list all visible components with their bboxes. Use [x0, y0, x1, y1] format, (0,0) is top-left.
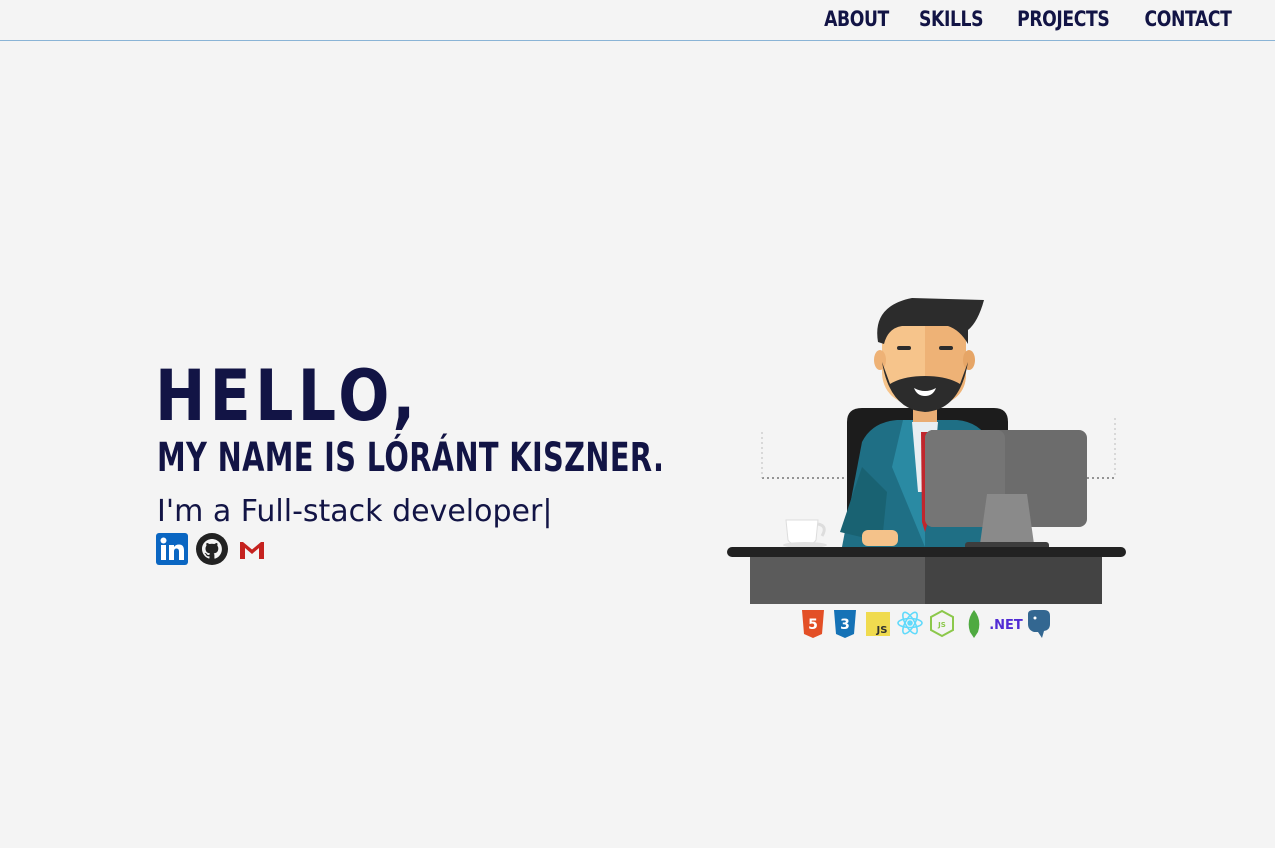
hero-greeting: Hello, — [155, 355, 420, 437]
nav-link-contact[interactable]: Contact — [1145, 3, 1232, 35]
svg-text:JS: JS — [937, 621, 946, 629]
nav-links: About Skills Projects Contact — [817, 3, 1241, 35]
nav-link-about[interactable]: About — [825, 3, 890, 35]
mongodb-icon — [968, 610, 980, 638]
svg-text:.NET: .NET — [989, 618, 1023, 633]
top-navbar: About Skills Projects Contact — [0, 0, 1275, 41]
react-icon — [897, 611, 923, 635]
linkedin-icon[interactable] — [156, 533, 188, 565]
postgresql-icon — [1028, 610, 1050, 638]
nav-link-skills[interactable]: Skills — [919, 3, 983, 35]
svg-text:JS: JS — [876, 625, 888, 636]
nav-link-projects[interactable]: Projects — [1017, 3, 1110, 35]
svg-text:5: 5 — [808, 617, 818, 633]
developer-illustration: 5 3 JS JS .NET — [722, 292, 1132, 647]
html5-icon: 5 — [802, 610, 824, 638]
dotnet-icon: .NET — [989, 618, 1023, 633]
social-links — [156, 533, 268, 565]
javascript-icon: JS — [866, 612, 890, 636]
hero-name: My name is Lóránt Kiszner. — [157, 435, 665, 481]
svg-text:3: 3 — [840, 617, 850, 633]
gmail-icon[interactable] — [236, 533, 268, 565]
hero-role: I'm a Full-stack developer| — [157, 494, 553, 529]
css3-icon: 3 — [834, 610, 856, 638]
nodejs-icon: JS — [930, 609, 954, 638]
github-icon[interactable] — [196, 533, 228, 565]
